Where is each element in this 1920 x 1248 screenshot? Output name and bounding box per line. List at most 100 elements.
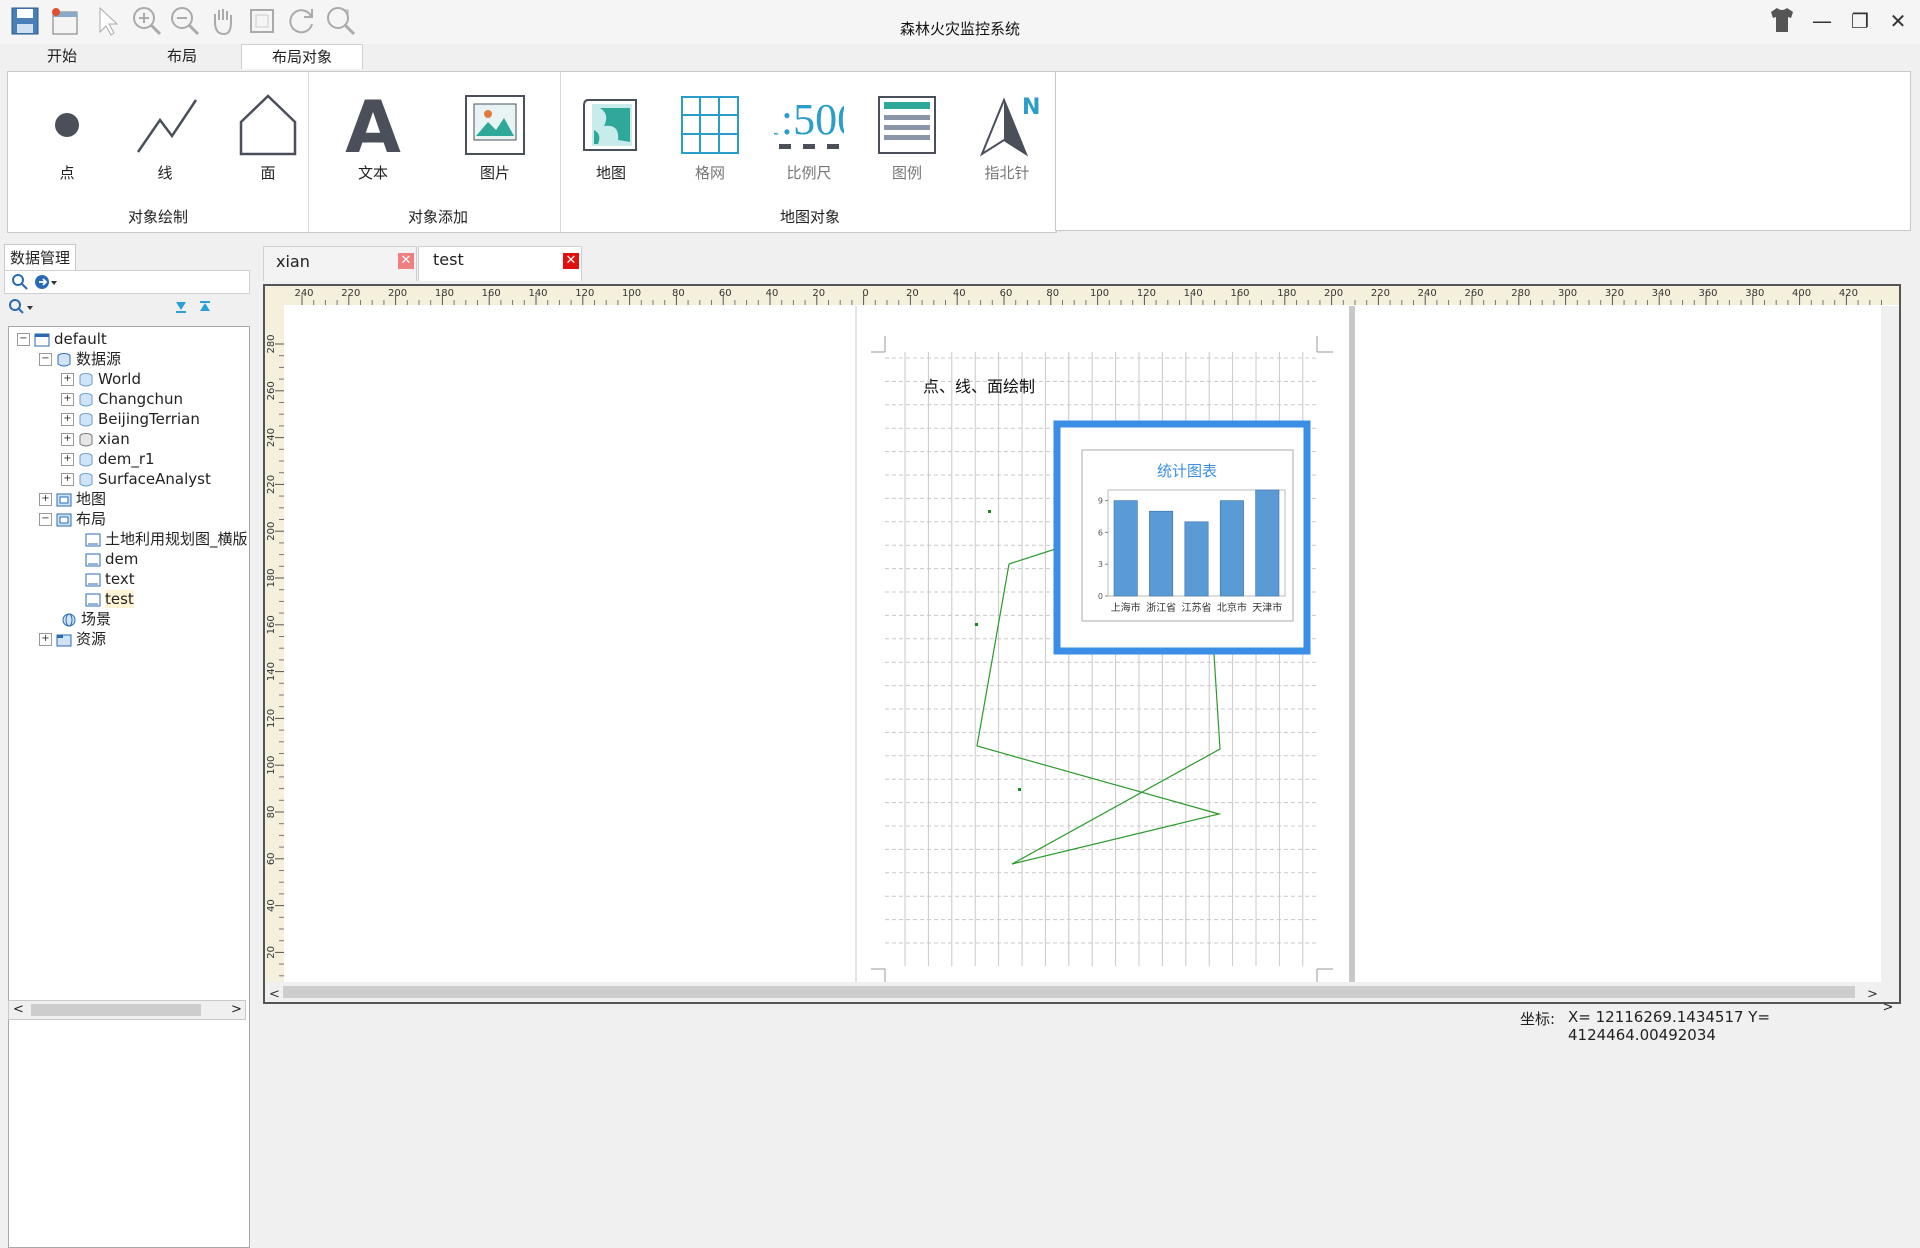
add-map-button[interactable]: 地图: [566, 92, 656, 192]
add-text-button[interactable]: A 文本: [328, 92, 418, 192]
tree-node-datasource[interactable]: + dem_r1: [61, 449, 155, 469]
bar[interactable]: [1184, 521, 1209, 597]
layout-points[interactable]: [975, 510, 1021, 791]
scroll-right-icon[interactable]: >: [1867, 987, 1878, 1002]
chart-title: 统计图表: [1157, 462, 1217, 480]
bar[interactable]: [1219, 500, 1244, 597]
draw-polygon-button[interactable]: 面: [223, 92, 313, 192]
move-down-icon[interactable]: [172, 298, 190, 320]
ruler-tick-label: 160: [1230, 288, 1249, 299]
collapse-icon[interactable]: −: [39, 353, 52, 366]
add-north-arrow-label: 指北针: [984, 164, 1030, 182]
tab-layout[interactable]: 布局: [140, 44, 224, 68]
point-object[interactable]: [988, 510, 991, 513]
bar[interactable]: [1113, 500, 1138, 597]
tree-node-datasource[interactable]: + Changchun: [61, 389, 183, 409]
y-tick-label: 6: [1098, 528, 1103, 537]
search-icon[interactable]: [11, 273, 29, 295]
doc-tab-xian[interactable]: xian ✕: [263, 246, 417, 281]
draw-line-button[interactable]: 线: [120, 92, 210, 192]
tree-node-resources[interactable]: + 资源: [39, 629, 106, 649]
ruler-tick-label: 140: [266, 662, 277, 681]
canvas-vertical-scrollbar[interactable]: [1881, 306, 1899, 1002]
navigate-icon[interactable]: [33, 273, 59, 295]
expand-icon[interactable]: +: [61, 433, 74, 446]
maximize-button[interactable]: ❐: [1842, 6, 1878, 36]
close-icon[interactable]: ✕: [563, 253, 579, 269]
point-object[interactable]: [1018, 788, 1021, 791]
skin-icon[interactable]: [1764, 6, 1800, 36]
scroll-left-icon[interactable]: <: [269, 987, 280, 1002]
tab-start[interactable]: 开始: [20, 44, 104, 68]
database-icon: [78, 392, 94, 408]
tree-node-datasources[interactable]: − 数据源: [39, 349, 121, 369]
close-button[interactable]: ✕: [1880, 6, 1916, 36]
expand-icon[interactable]: +: [61, 373, 74, 386]
layout-canvas[interactable]: 240 220 200 180 160 140 120 100 80 60 40 20 0 20 40 60 8…: [263, 284, 1901, 1004]
move-up-icon[interactable]: [196, 298, 214, 320]
bar-chart[interactable]: 0 3 6 9 上海市 浙江省 江苏省 北京市 天津市: [1098, 489, 1286, 614]
collapse-icon[interactable]: −: [39, 513, 52, 526]
tab-data-management[interactable]: 数据管理: [4, 244, 76, 271]
point-object[interactable]: [975, 623, 978, 626]
add-image-label: 图片: [479, 164, 510, 182]
add-north-arrow-button[interactable]: N 指北针: [962, 92, 1052, 192]
minimize-button[interactable]: —: [1804, 6, 1840, 36]
tree-node-datasource[interactable]: + SurfaceAnalyst: [61, 469, 211, 489]
add-scalebar-button[interactable]: 1:500 比例尺: [764, 92, 854, 192]
tree-node-layout-selected[interactable]: test: [85, 589, 134, 609]
draw-polygon-label: 面: [260, 164, 276, 182]
ruler-tick-label: 20: [906, 288, 919, 299]
tree-node-layout[interactable]: text: [85, 569, 135, 589]
draw-point-button[interactable]: 点: [22, 92, 112, 192]
add-grid-button[interactable]: 格网: [665, 92, 755, 192]
tree-node-datasource[interactable]: + xian: [61, 429, 130, 449]
doc-tab-test[interactable]: test ✕: [418, 246, 582, 281]
tree-node-scenes[interactable]: 场景: [61, 609, 111, 629]
close-icon[interactable]: ✕: [398, 253, 414, 269]
bar[interactable]: [1255, 489, 1280, 597]
tree-node-workspace[interactable]: − default: [17, 329, 107, 349]
collapse-icon[interactable]: −: [17, 333, 30, 346]
expand-icon[interactable]: +: [61, 393, 74, 406]
layout-icon: [85, 532, 101, 548]
tree-node-layouts[interactable]: − 布局: [39, 509, 106, 529]
layout-icon: [85, 592, 101, 608]
ruler-tick-label: 40: [953, 288, 966, 299]
draw-line-label: 线: [157, 164, 173, 182]
tree-node-layout[interactable]: dem: [85, 549, 138, 569]
expand-icon[interactable]: +: [61, 413, 74, 426]
ruler-tick-label: 240: [294, 288, 313, 299]
tab-layout-objects[interactable]: 布局对象: [241, 44, 363, 69]
add-map-label: 地图: [595, 164, 626, 182]
ruler-tick-label: 180: [266, 568, 277, 587]
coordinate-readout: X= 12116269.1434517 Y= 4124464.00492034: [1568, 1008, 1771, 1044]
filter-search-icon[interactable]: [8, 298, 36, 320]
add-image-button[interactable]: 图片: [450, 92, 540, 192]
map-folder-icon: [56, 492, 72, 508]
x-tick-label: 天津市: [1252, 601, 1282, 614]
scroll-thumb[interactable]: [283, 986, 1855, 998]
bar[interactable]: [1149, 510, 1174, 597]
ruler-tick-label: 320: [1605, 288, 1624, 299]
draw-point-label: 点: [59, 164, 75, 182]
layout-folder-icon: [56, 512, 72, 528]
layout-drawing[interactable]: 240 220 200 180 160 140 120 100 80 60 40 20 0 20 40 60 8…: [265, 286, 1899, 1002]
expand-icon[interactable]: +: [39, 493, 52, 506]
ruler-tick-label: 300: [1558, 288, 1577, 299]
expand-icon[interactable]: +: [39, 633, 52, 646]
ruler-tick-label: 220: [1371, 288, 1390, 299]
image-datasource-icon: [78, 412, 94, 428]
layout-text-object[interactable]: 点、线、面绘制: [923, 377, 1035, 396]
ruler-tick-label: 180: [435, 288, 454, 299]
tree-node-layout[interactable]: 土地利用规划图_横版: [85, 529, 248, 549]
ruler-tick-label: 80: [266, 806, 277, 819]
tree-node-maps[interactable]: + 地图: [39, 489, 106, 509]
tree-node-datasource[interactable]: + BeijingTerrian: [61, 409, 200, 429]
ruler-tick-label: 120: [266, 709, 277, 728]
doc-tab-label: test: [433, 250, 464, 269]
expand-icon[interactable]: +: [61, 473, 74, 486]
tree-node-datasource[interactable]: + World: [61, 369, 141, 389]
expand-icon[interactable]: +: [61, 453, 74, 466]
add-legend-button[interactable]: 图例: [862, 92, 952, 192]
